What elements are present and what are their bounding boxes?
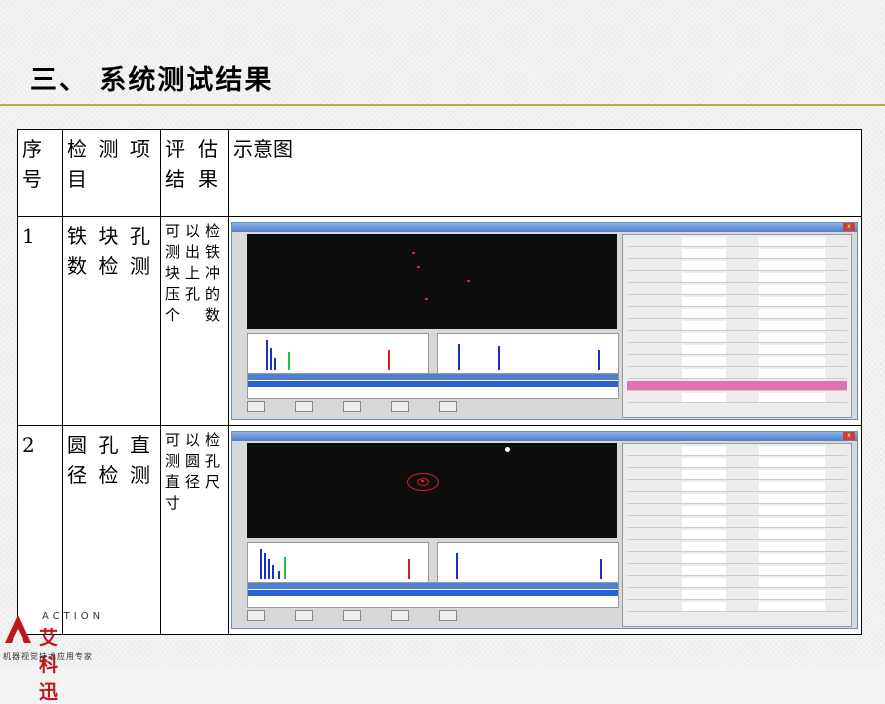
header-item: 检测项目	[62, 129, 161, 217]
result-list	[247, 373, 619, 399]
histogram-right	[437, 333, 619, 375]
table-row: 2 圆孔直径检测 可以检测圆孔直径尺寸 x	[17, 425, 862, 635]
logo-name: 艾科迅	[39, 627, 61, 703]
title-divider	[0, 104, 885, 106]
row1-no: 1	[17, 216, 63, 426]
settings-panel	[622, 443, 852, 627]
row2-eval: 可以检测圆孔直径尺寸	[160, 425, 229, 635]
camera-view	[247, 443, 617, 538]
row1-diagram: x	[228, 216, 862, 426]
histogram-right	[437, 542, 619, 584]
logo-mark-icon	[5, 615, 31, 643]
settings-panel	[622, 234, 852, 418]
row2-item: 圆孔直径检测	[62, 425, 161, 635]
logo-brand: ACTION	[42, 611, 105, 622]
row2-no: 2	[17, 425, 63, 635]
inspection-screenshot-2: x	[231, 431, 858, 629]
slide-title: 三、 系统测试结果	[30, 65, 274, 96]
table-header-row: 序号 检测项目 评估结果 示意图	[17, 129, 862, 217]
histogram-left	[247, 333, 429, 375]
header-eval: 评估结果	[160, 129, 229, 217]
histogram-left	[247, 542, 429, 584]
row1-eval: 可以检测出铁块上冲压孔的个数	[160, 216, 229, 426]
header-no: 序号	[17, 129, 63, 217]
button-row	[247, 610, 617, 622]
row1-item: 铁块孔数检测	[62, 216, 161, 426]
row2-diagram: x	[228, 425, 862, 635]
results-table: 序号 检测项目 评估结果 示意图 1 铁块孔数检测 可以检测出铁块上冲压孔的个数…	[17, 129, 862, 635]
button-row	[247, 401, 617, 413]
camera-view	[247, 234, 617, 329]
result-list	[247, 582, 619, 608]
header-diagram: 示意图	[228, 129, 862, 217]
table-row: 1 铁块孔数检测 可以检测出铁块上冲压孔的个数 x	[17, 216, 862, 426]
inspection-screenshot-1: x	[231, 222, 858, 420]
logo-tagline: 机器视觉技术应用专家	[3, 652, 93, 661]
